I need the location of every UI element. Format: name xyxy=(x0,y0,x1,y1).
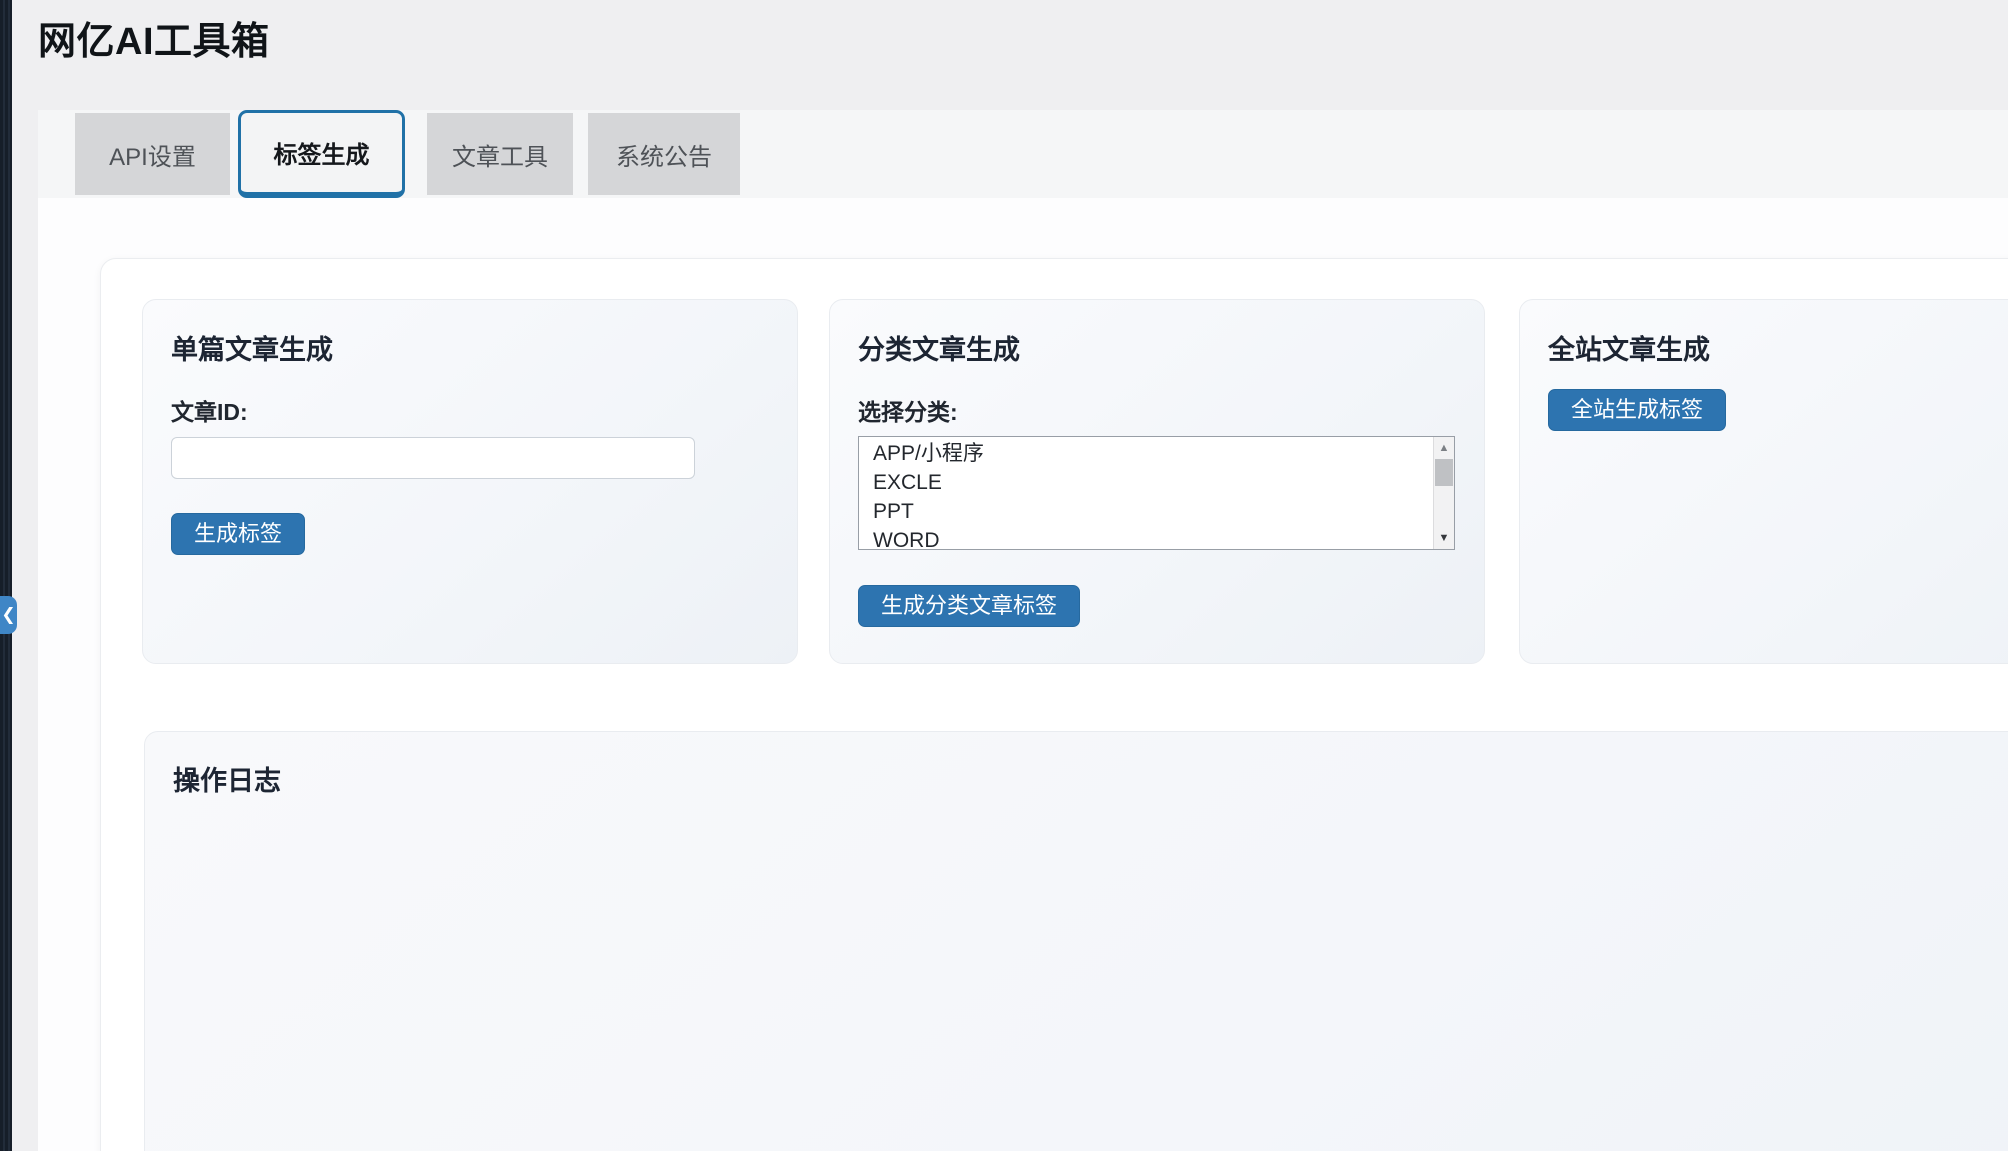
tab-bar: API设置 标签生成 文章工具 系统公告 xyxy=(38,110,2008,198)
category-option[interactable]: WORD xyxy=(859,526,1454,550)
site-article-card: 全站文章生成 全站生成标签 xyxy=(1519,299,2008,664)
card-title: 全站文章生成 xyxy=(1548,328,2008,367)
card-title: 分类文章生成 xyxy=(858,328,1456,367)
card-title: 单篇文章生成 xyxy=(171,328,769,367)
tab-article-tools[interactable]: 文章工具 xyxy=(427,113,573,195)
category-option[interactable]: EXCLE xyxy=(859,468,1454,497)
collapsed-sidebar-edge xyxy=(0,0,12,1151)
tab-label: 系统公告 xyxy=(616,137,712,172)
tab-api-settings[interactable]: API设置 xyxy=(75,113,230,195)
category-article-card: 分类文章生成 选择分类: APP/小程序 EXCLE PPT WORD ▲ ▼ xyxy=(829,299,1485,664)
triangle-up-icon: ▲ xyxy=(1439,442,1450,454)
chevron-left-icon: ❮ xyxy=(1,605,15,625)
tag-generation-panel: 单篇文章生成 文章ID: 生成标签 分类文章生成 选择分类: APP/小程序 E… xyxy=(100,258,2008,1151)
tab-system-announcements[interactable]: 系统公告 xyxy=(588,113,740,195)
main-content: 单篇文章生成 文章ID: 生成标签 分类文章生成 选择分类: APP/小程序 E… xyxy=(38,198,2008,1151)
article-id-input[interactable] xyxy=(171,437,695,479)
listbox-scrollbar[interactable]: ▲ ▼ xyxy=(1433,437,1454,549)
article-id-label: 文章ID: xyxy=(171,393,769,427)
operation-log-panel: 操作日志 xyxy=(144,731,2008,1151)
select-category-label: 选择分类: xyxy=(858,393,1456,427)
tab-label: 文章工具 xyxy=(452,137,548,172)
tab-tag-generation[interactable]: 标签生成 xyxy=(238,110,405,198)
generate-category-tags-button[interactable]: 生成分类文章标签 xyxy=(858,585,1080,627)
scrollbar-thumb[interactable] xyxy=(1435,459,1453,486)
scroll-up-button[interactable]: ▲ xyxy=(1434,438,1454,458)
generate-tags-button[interactable]: 生成标签 xyxy=(171,513,305,555)
tab-label: 标签生成 xyxy=(274,135,370,170)
generate-site-tags-button[interactable]: 全站生成标签 xyxy=(1548,389,1726,431)
log-title: 操作日志 xyxy=(173,759,2008,798)
triangle-down-icon: ▼ xyxy=(1439,532,1450,544)
category-option[interactable]: APP/小程序 xyxy=(859,439,1454,468)
scroll-down-button[interactable]: ▼ xyxy=(1434,528,1454,548)
tab-label: API设置 xyxy=(109,137,196,172)
single-article-card: 单篇文章生成 文章ID: 生成标签 xyxy=(142,299,798,664)
category-option[interactable]: PPT xyxy=(859,497,1454,526)
sidebar-collapse-handle[interactable]: ❮ xyxy=(0,596,17,634)
category-options: APP/小程序 EXCLE PPT WORD xyxy=(859,437,1454,550)
category-listbox[interactable]: APP/小程序 EXCLE PPT WORD ▲ ▼ xyxy=(858,436,1455,550)
page-title: 网亿AI工具箱 xyxy=(38,10,270,65)
